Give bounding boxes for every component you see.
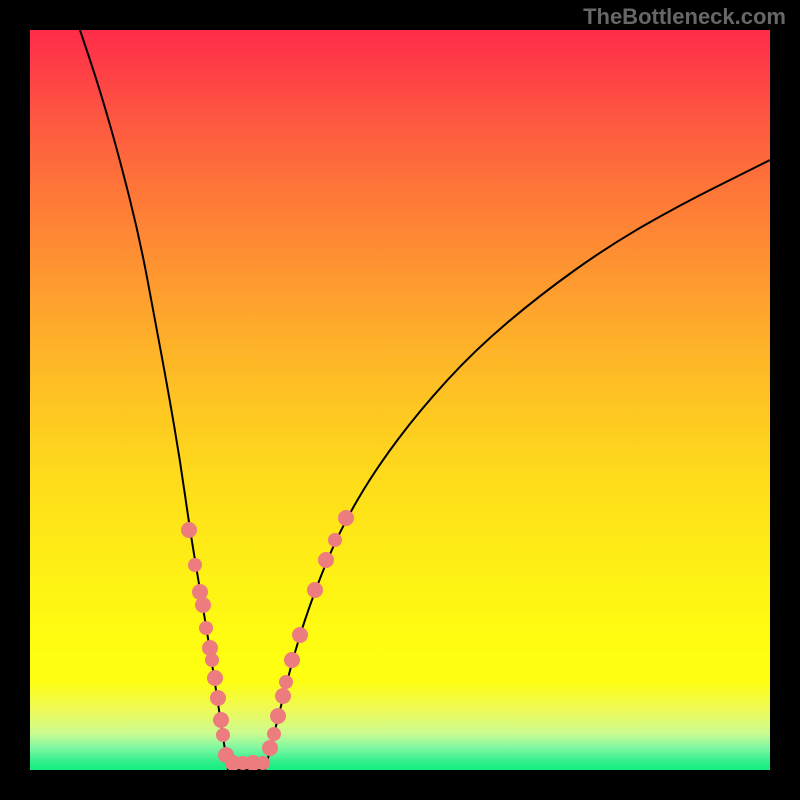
chart-plot-area [30,30,770,770]
bead [270,708,286,724]
bead [328,533,342,547]
bead [279,675,293,689]
bead [262,740,278,756]
bead [195,597,211,613]
bead [188,558,202,572]
bead [267,727,281,741]
bead [181,522,197,538]
bead [307,582,323,598]
bead [207,670,223,686]
bead [213,712,229,728]
bead [205,653,219,667]
bead [338,510,354,526]
bead [216,728,230,742]
bead [199,621,213,635]
bead [275,688,291,704]
bead [284,652,300,668]
bead [318,552,334,568]
bead [256,756,270,770]
bead [210,690,226,706]
beads-svg [30,30,770,770]
watermark-text: TheBottleneck.com [583,4,786,30]
bead [292,627,308,643]
